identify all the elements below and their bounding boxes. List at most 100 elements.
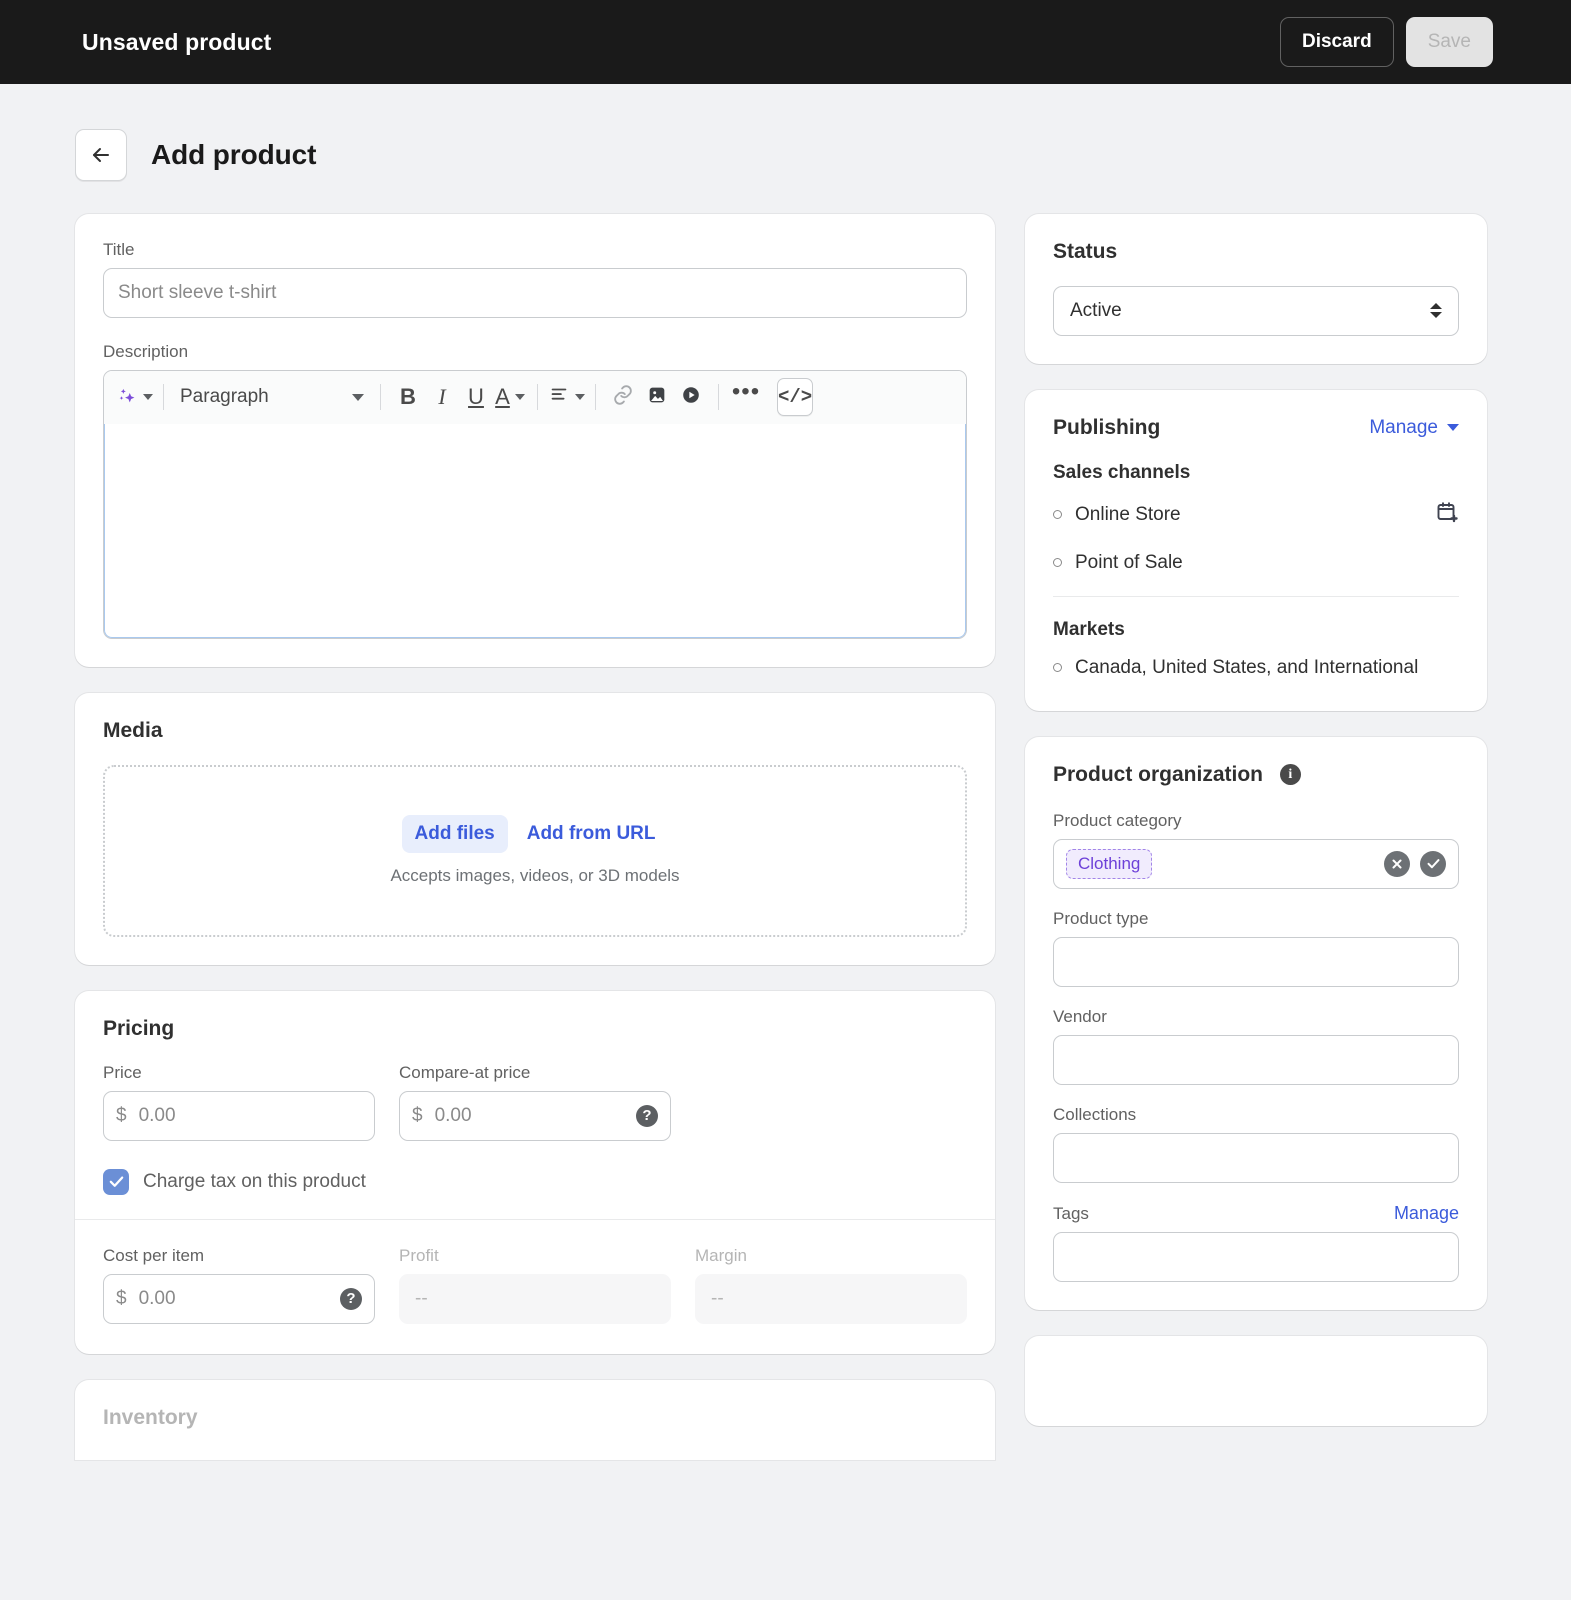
chevron-down-icon bbox=[514, 394, 525, 400]
charge-tax-checkbox[interactable] bbox=[103, 1168, 129, 1195]
product-category-input[interactable]: Clothing bbox=[1053, 838, 1459, 889]
pricing-card: Pricing Price $ Compare-at price $ bbox=[75, 990, 995, 1354]
code-view-button[interactable]: </> bbox=[777, 378, 814, 416]
collections-label: Collections bbox=[1053, 1104, 1137, 1124]
profit-value: -- bbox=[399, 1273, 671, 1324]
publishing-header: Publishing Manage bbox=[1053, 416, 1459, 440]
text-color-button[interactable]: A bbox=[493, 378, 527, 416]
product-type-input[interactable] bbox=[1053, 936, 1459, 987]
underline-button[interactable]: U bbox=[459, 378, 493, 416]
market-label: Canada, United States, and International bbox=[1075, 656, 1419, 678]
product-category-actions bbox=[1384, 850, 1446, 877]
check-circle-icon[interactable] bbox=[1420, 850, 1446, 877]
page-title: Add product bbox=[151, 138, 317, 170]
text-color-label: A bbox=[495, 384, 510, 409]
product-type-label: Product type bbox=[1053, 908, 1149, 928]
cost-per-item-input[interactable] bbox=[136, 1286, 340, 1311]
link-button[interactable] bbox=[606, 378, 640, 416]
list-item: Point of Sale bbox=[1053, 552, 1459, 574]
align-button[interactable] bbox=[548, 378, 585, 416]
help-icon[interactable]: ? bbox=[636, 1104, 658, 1127]
calendar-plus-icon[interactable] bbox=[1435, 500, 1459, 530]
list-item: Canada, United States, and International bbox=[1053, 657, 1459, 679]
charge-tax-label: Charge tax on this product bbox=[143, 1170, 366, 1192]
tags-manage-link[interactable]: Manage bbox=[1394, 1203, 1459, 1224]
tags-input[interactable] bbox=[1053, 1231, 1459, 1282]
discard-button[interactable]: Discard bbox=[1279, 17, 1394, 67]
video-button[interactable] bbox=[674, 378, 708, 416]
title-label: Title bbox=[103, 239, 135, 259]
charge-tax-row[interactable]: Charge tax on this product bbox=[103, 1168, 967, 1195]
editor-toolbar: Paragraph B I U A ••• </> bbox=[104, 370, 966, 425]
sparkle-icon-button[interactable] bbox=[116, 378, 153, 416]
cost-per-item-input-wrapper[interactable]: $ ? bbox=[103, 1273, 375, 1324]
profit-label: Profit bbox=[399, 1245, 439, 1265]
profit-group: Profit -- bbox=[399, 1246, 671, 1324]
media-dropzone[interactable]: Add files Add from URL Accepts images, v… bbox=[103, 764, 967, 937]
chevron-down-icon bbox=[143, 394, 153, 400]
inventory-title: Inventory bbox=[103, 1405, 198, 1429]
price-field-group: Price $ bbox=[103, 1063, 375, 1141]
sales-channel-label: Point of Sale bbox=[1075, 551, 1183, 573]
select-chevrons-icon bbox=[1430, 303, 1442, 318]
product-type-group: Product type bbox=[1053, 909, 1459, 987]
media-hint: Accepts images, videos, or 3D models bbox=[390, 866, 680, 885]
more-options-button[interactable]: ••• bbox=[729, 378, 763, 416]
product-category-group: Product category Clothing bbox=[1053, 811, 1459, 889]
status-card: Status Active bbox=[1025, 213, 1487, 364]
price-input[interactable] bbox=[136, 1103, 362, 1128]
bullet-icon bbox=[1053, 663, 1062, 672]
publishing-manage-link[interactable]: Manage bbox=[1369, 417, 1459, 439]
save-button[interactable]: Save bbox=[1405, 17, 1493, 67]
add-from-url-button[interactable]: Add from URL bbox=[514, 815, 669, 853]
align-left-icon bbox=[548, 384, 570, 411]
publishing-title: Publishing bbox=[1053, 415, 1161, 439]
info-icon[interactable]: i bbox=[1279, 764, 1301, 786]
product-details-card: Title Description Paragraph bbox=[75, 213, 995, 667]
back-button[interactable] bbox=[75, 128, 127, 181]
video-play-icon bbox=[680, 384, 702, 411]
chevron-down-icon bbox=[1447, 424, 1459, 431]
tags-label: Tags bbox=[1053, 1203, 1089, 1223]
link-icon bbox=[612, 384, 634, 411]
block-format-dropdown[interactable]: Paragraph bbox=[174, 378, 370, 416]
title-input[interactable] bbox=[103, 267, 967, 318]
compare-at-price-input[interactable] bbox=[432, 1103, 636, 1128]
compare-at-price-input-wrapper[interactable]: $ ? bbox=[399, 1090, 671, 1141]
x-circle-icon[interactable] bbox=[1384, 850, 1410, 877]
chevron-down-icon bbox=[352, 393, 364, 401]
pricing-title: Pricing bbox=[103, 1016, 175, 1040]
bold-button[interactable]: B bbox=[391, 378, 425, 416]
collections-input[interactable] bbox=[1053, 1132, 1459, 1183]
cost-section: Cost per item $ ? Profit -- Margin -- bbox=[75, 1220, 995, 1354]
tags-group: Tags Manage bbox=[1053, 1203, 1459, 1282]
italic-button[interactable]: I bbox=[425, 378, 459, 416]
sales-channel-label: Online Store bbox=[1075, 503, 1181, 525]
media-title: Media bbox=[103, 718, 163, 742]
publishing-manage-label: Manage bbox=[1369, 416, 1438, 438]
side-column: Status Active Publishing Manage Sales ch… bbox=[1025, 213, 1487, 1426]
pricing-top-section: Pricing Price $ Compare-at price $ bbox=[75, 991, 995, 1219]
product-organization-label: Product organization bbox=[1053, 762, 1263, 786]
vendor-group: Vendor bbox=[1053, 1007, 1459, 1085]
description-textarea[interactable] bbox=[104, 423, 966, 638]
bullet-icon bbox=[1053, 558, 1062, 567]
vendor-input[interactable] bbox=[1053, 1034, 1459, 1085]
status-select-wrapper: Active bbox=[1053, 285, 1459, 336]
top-bar-actions: Discard Save bbox=[1279, 17, 1493, 67]
price-input-wrapper[interactable]: $ bbox=[103, 1090, 375, 1141]
side-extra-card bbox=[1025, 1335, 1487, 1426]
markets-label: Markets bbox=[1053, 618, 1125, 640]
bullet-icon bbox=[1053, 510, 1062, 519]
status-selected-value: Active bbox=[1070, 299, 1122, 321]
currency-symbol: $ bbox=[116, 1287, 127, 1309]
block-format-label: Paragraph bbox=[180, 386, 269, 407]
toolbar-divider bbox=[537, 384, 538, 410]
help-icon[interactable]: ? bbox=[340, 1287, 362, 1310]
status-select[interactable]: Active bbox=[1053, 285, 1459, 336]
add-files-button[interactable]: Add files bbox=[401, 815, 508, 853]
product-category-tag[interactable]: Clothing bbox=[1066, 848, 1153, 879]
chevron-down-icon bbox=[575, 394, 585, 400]
image-button[interactable] bbox=[640, 378, 674, 416]
price-row: Price $ Compare-at price $ ? bbox=[103, 1063, 967, 1141]
